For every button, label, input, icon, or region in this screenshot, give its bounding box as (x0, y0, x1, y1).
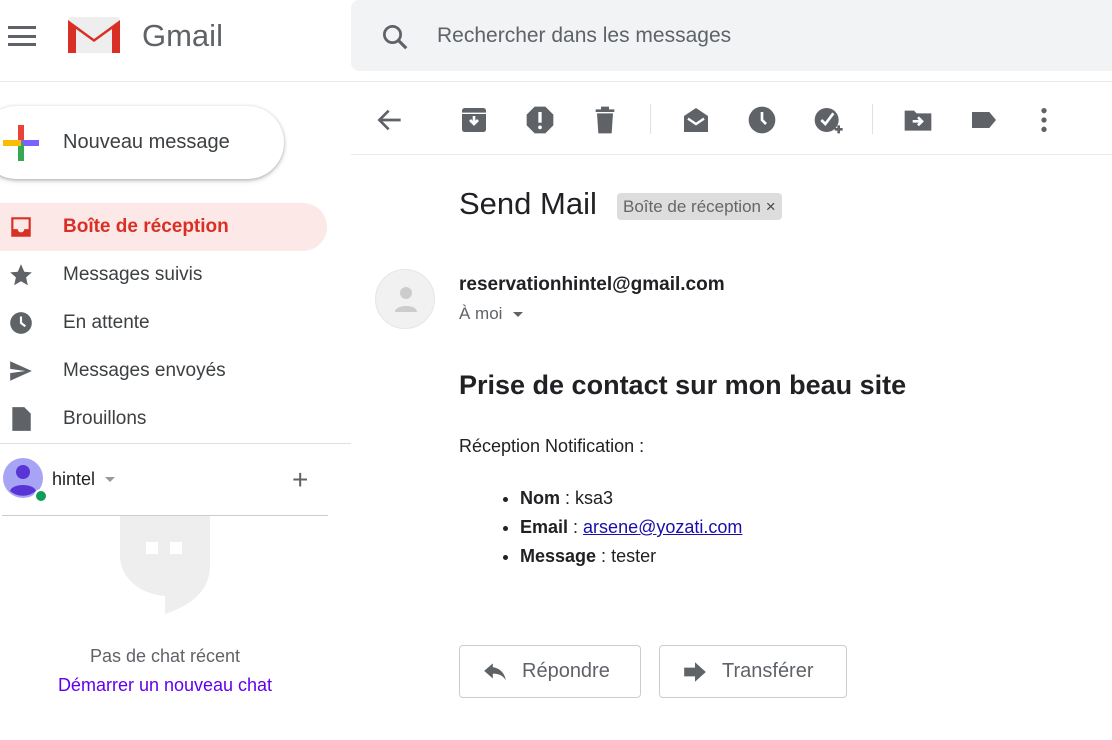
person-icon (395, 287, 417, 312)
move-to-icon[interactable] (902, 104, 934, 136)
compose-label: Nouveau message (63, 131, 230, 153)
list-item: Email : arsene@yozati.com (520, 513, 742, 542)
send-icon (0, 358, 63, 384)
star-icon (0, 262, 63, 288)
hangouts-quote-icon (120, 516, 210, 614)
toolbar-separator (872, 104, 873, 134)
field-value: tester (611, 546, 657, 566)
field-name: Message (520, 546, 597, 566)
no-recent-chat: Pas de chat récent (89, 646, 241, 666)
field-name: Nom (520, 488, 560, 508)
forward-icon (684, 661, 706, 682)
field-sep: : (596, 546, 612, 566)
sender-email: reservationhintel@gmail.com (459, 274, 725, 295)
inbox-label-chip: Boîte de réception × (617, 193, 782, 220)
details-dropdown-icon[interactable] (513, 311, 524, 322)
list-item: Nom : ksa3 (520, 484, 742, 513)
toolbar-divider (351, 154, 1112, 155)
search-input[interactable]: Rechercher dans les messages (437, 24, 731, 48)
email-subject: Send Mail (459, 186, 597, 221)
archive-icon[interactable] (458, 104, 490, 136)
inbox-icon (0, 214, 63, 240)
draft-icon (0, 406, 63, 432)
sidebar-item-starred[interactable]: Messages suivis (0, 251, 327, 299)
field-sep: : (560, 488, 576, 508)
reply-icon (484, 662, 506, 680)
user-dropdown-icon[interactable] (105, 477, 115, 487)
body-field-list: Nom : ksa3 Email : arsene@yozati.com Mes… (520, 484, 742, 571)
sender-avatar (375, 269, 435, 329)
reply-label: Répondre (522, 660, 610, 682)
sidebar-item-sent[interactable]: Messages envoyés (0, 347, 327, 395)
forward-button[interactable]: Transférer (659, 645, 847, 698)
user-avatar[interactable] (2, 457, 48, 503)
start-chat-link[interactable]: Démarrer un nouveau chat (0, 675, 330, 696)
sidebar-divider (0, 443, 351, 444)
email-link[interactable]: arsene@yozati.com (583, 517, 742, 537)
field-value: ksa3 (575, 488, 614, 508)
label-icon[interactable] (968, 104, 1000, 136)
clock-icon (0, 310, 63, 336)
gmail-logo[interactable] (66, 15, 122, 55)
gmail-wordmark: Gmail (142, 18, 223, 53)
delete-icon[interactable] (589, 104, 621, 136)
forward-label: Transférer (722, 660, 814, 682)
snooze-icon[interactable] (746, 104, 778, 136)
label-text: Boîte de réception (623, 197, 761, 216)
report-spam-icon[interactable] (524, 104, 556, 136)
list-item: Message : tester (520, 542, 742, 571)
add-chat-icon[interactable]: + (292, 464, 308, 496)
body-intro: Réception Notification : (459, 436, 645, 456)
field-name: Email (520, 517, 569, 537)
mark-unread-icon[interactable] (680, 104, 712, 136)
reply-button[interactable]: Répondre (459, 645, 641, 698)
body-heading: Prise de contact sur mon beau site (459, 370, 907, 400)
toolbar-separator (650, 104, 651, 134)
recipient-details[interactable]: À moi (459, 304, 524, 324)
sidebar-item-snoozed[interactable]: En attente (0, 299, 327, 347)
hangouts-user[interactable]: hintel (52, 469, 95, 490)
remove-label-icon[interactable]: × (766, 197, 776, 216)
recipient-label: À moi (459, 304, 503, 323)
sidebar-item-drafts[interactable]: Brouillons (0, 395, 327, 443)
compose-plus-icon (3, 125, 39, 161)
search-icon[interactable] (380, 22, 410, 52)
more-options-icon[interactable] (1028, 104, 1060, 136)
add-task-icon[interactable] (812, 104, 844, 136)
field-sep: : (568, 517, 584, 537)
sidebar-item-inbox[interactable]: Boîte de réception (0, 203, 327, 251)
back-icon[interactable] (374, 104, 406, 136)
main-menu-icon[interactable] (8, 26, 36, 46)
